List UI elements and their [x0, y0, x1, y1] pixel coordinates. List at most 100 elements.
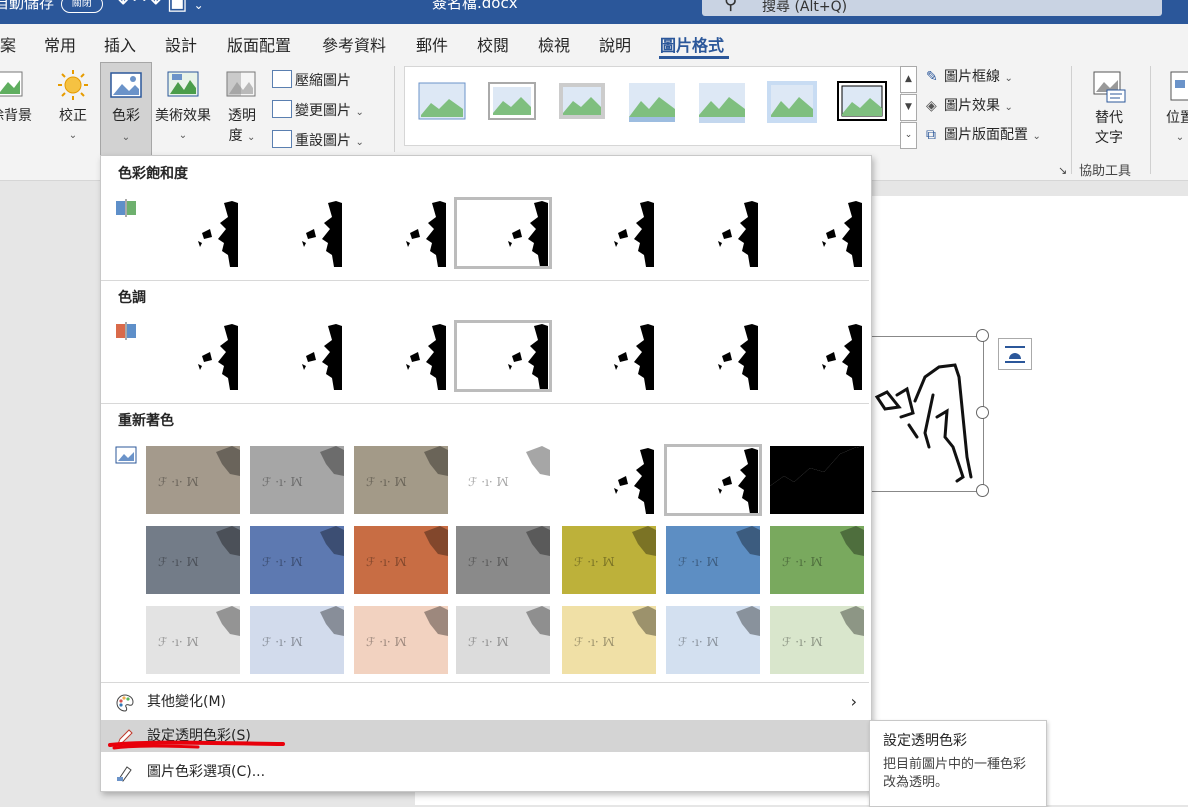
tab-home[interactable]: 常用: [44, 32, 76, 56]
save-icon[interactable]: ▣: [167, 0, 194, 15]
redo-icon[interactable]: ↷: [142, 0, 166, 15]
tone-option[interactable]: [666, 322, 760, 390]
search-box[interactable]: ⚲ 搜尋 (Alt+Q): [702, 0, 1162, 16]
corrections-button[interactable]: 校正 ⌄: [50, 68, 96, 142]
tab-picture-format[interactable]: 圖片格式: [660, 32, 724, 56]
chevron-down-icon: ⌄: [178, 130, 188, 141]
svg-text:ℱ ·ı· ꟽ: ℱ ·ı· ꟽ: [574, 555, 615, 569]
saturation-option[interactable]: [770, 199, 864, 267]
saturation-option[interactable]: [666, 199, 760, 267]
recolor-option[interactable]: ℱ ·ı· ꟽ: [456, 606, 550, 674]
picture-style-2[interactable]: [487, 81, 537, 123]
recolor-option[interactable]: ℱ ·ı· ꟽ: [770, 526, 864, 594]
tab-references[interactable]: 參考資料: [322, 32, 386, 56]
tab-design[interactable]: 設計: [165, 32, 197, 56]
resize-handle-bottom-right[interactable]: [976, 484, 989, 497]
tab-review[interactable]: 校閱: [477, 32, 509, 56]
tone-option[interactable]: [562, 322, 656, 390]
recolor-option[interactable]: ℱ ·ı· ꟽ: [146, 606, 240, 674]
position-button[interactable]: 位置 ⌄: [1160, 68, 1188, 144]
picture-style-7[interactable]: [837, 81, 887, 123]
transparency-button[interactable]: 透明 度 ⌄: [220, 68, 264, 148]
change-picture-button[interactable]: 變更圖片 ⌄: [272, 100, 364, 120]
more-variations-item[interactable]: 其他變化(M) ›: [101, 686, 869, 718]
recolor-option[interactable]: [664, 444, 762, 516]
alt-text-button[interactable]: 替代 文字: [1084, 68, 1134, 148]
gallery-scroll-up-icon[interactable]: ▲: [900, 66, 917, 93]
chevron-down-icon: ⌄: [355, 107, 364, 118]
picture-style-1[interactable]: [417, 81, 467, 123]
recolor-option[interactable]: ℱ ·ı· ꟽ: [666, 526, 760, 594]
tooltip: 設定透明色彩 把目前圖片中的一種色彩改為透明。: [869, 720, 1047, 807]
recolor-option[interactable]: ℱ ·ı· ꟽ: [770, 606, 864, 674]
customize-icon[interactable]: ⌄: [194, 0, 210, 12]
chevron-down-icon: ⌄: [1004, 73, 1013, 84]
recolor-option[interactable]: ℱ ·ı· ꟽ: [562, 526, 656, 594]
autosave-toggle[interactable]: 關閉: [60, 0, 103, 13]
alt-text-icon: [1093, 71, 1126, 103]
tab-view[interactable]: 檢視: [538, 32, 570, 56]
svg-text:ℱ ·ı· ꟽ: ℱ ·ı· ꟽ: [366, 555, 407, 569]
layout-options-button[interactable]: [998, 338, 1032, 370]
recolor-option[interactable]: [770, 446, 864, 514]
tone-option[interactable]: [250, 322, 344, 390]
compress-pictures-button[interactable]: 壓縮圖片: [272, 70, 351, 90]
recolor-option[interactable]: [562, 446, 656, 514]
resize-handle-top-right[interactable]: [976, 329, 989, 342]
svg-text:ℱ ·ı· ꟽ: ℱ ·ı· ꟽ: [158, 555, 199, 569]
picture-border-button[interactable]: ✎ 圖片框線 ⌄: [926, 66, 1041, 95]
saturation-option[interactable]: [354, 199, 448, 267]
recolor-option[interactable]: ℱ ·ı· ꟽ: [250, 606, 344, 674]
autosave-control[interactable]: 自動儲存 關閉: [0, 0, 103, 13]
chevron-down-icon: ⌄: [355, 137, 364, 148]
resize-handle-right[interactable]: [976, 406, 989, 419]
saturation-option[interactable]: [562, 199, 656, 267]
tone-option[interactable]: [454, 320, 552, 392]
remove-background-icon: [0, 71, 23, 97]
tone-option[interactable]: [146, 322, 240, 390]
tab-mailings[interactable]: 郵件: [416, 32, 448, 56]
artistic-effects-button[interactable]: 美術效果 ⌄: [152, 68, 214, 142]
picture-style-4[interactable]: [627, 81, 677, 123]
picture-effects-button[interactable]: ◈ 圖片效果 ⌄: [926, 95, 1041, 124]
gallery-more-icon[interactable]: ⌄: [900, 122, 917, 149]
recolor-option[interactable]: ℱ ·ı· ꟽ: [562, 606, 656, 674]
tab-help[interactable]: 說明: [599, 32, 631, 56]
picture-style-3[interactable]: [557, 81, 607, 123]
recolor-option[interactable]: ℱ ·ı· ꟽ: [354, 526, 448, 594]
undo-icon[interactable]: ↶: [118, 0, 142, 15]
recolor-option[interactable]: ℱ ·ı· ꟽ: [666, 606, 760, 674]
tab-file[interactable]: 案: [0, 32, 16, 56]
autosave-label: 自動儲存: [0, 0, 55, 12]
picture-style-5[interactable]: [697, 81, 747, 123]
saturation-option[interactable]: [454, 197, 552, 269]
picture-color-options-item[interactable]: 圖片色彩選項(C)...: [101, 756, 869, 788]
recolor-option[interactable]: ℱ ·ı· ꟽ: [250, 526, 344, 594]
reset-picture-button[interactable]: 重設圖片 ⌄: [272, 130, 364, 150]
picture-style-6[interactable]: [767, 81, 817, 123]
svg-text:ℱ ·ı· ꟽ: ℱ ·ı· ꟽ: [678, 635, 719, 649]
accessibility-group-label: 協助工具: [1079, 164, 1132, 179]
recolor-option[interactable]: ℱ ·ı· ꟽ: [250, 446, 344, 514]
section-divider: [101, 682, 869, 683]
recolor-option[interactable]: ℱ ·ı· ꟽ: [354, 446, 448, 514]
recolor-option[interactable]: ℱ ·ı· ꟽ: [456, 526, 550, 594]
recolor-option[interactable]: ℱ ·ı· ꟽ: [354, 606, 448, 674]
tone-option[interactable]: [770, 322, 864, 390]
saturation-option[interactable]: [146, 199, 240, 267]
tab-layout[interactable]: 版面配置: [227, 32, 291, 56]
tone-option[interactable]: [354, 322, 448, 390]
dialog-launcher-icon[interactable]: ↘: [1058, 164, 1067, 177]
picture-layout-button[interactable]: ⧉ 圖片版面配置 ⌄: [926, 124, 1041, 153]
saturation-option[interactable]: [250, 199, 344, 267]
selected-signature-picture[interactable]: [866, 336, 984, 492]
color-button[interactable]: 色彩 ⌄: [100, 62, 152, 156]
remove-background-button[interactable]: 除背景: [0, 68, 34, 126]
tab-insert[interactable]: 插入: [104, 32, 136, 56]
recolor-option[interactable]: ℱ ·ı· ꟽ: [456, 446, 550, 514]
gallery-scroll-down-icon[interactable]: ▼: [900, 94, 917, 121]
recolor-option[interactable]: ℱ ·ı· ꟽ: [146, 526, 240, 594]
ribbon-separator: [394, 66, 395, 152]
palette-icon: [116, 694, 134, 712]
recolor-option[interactable]: ℱ ·ı· ꟽ: [146, 446, 240, 514]
